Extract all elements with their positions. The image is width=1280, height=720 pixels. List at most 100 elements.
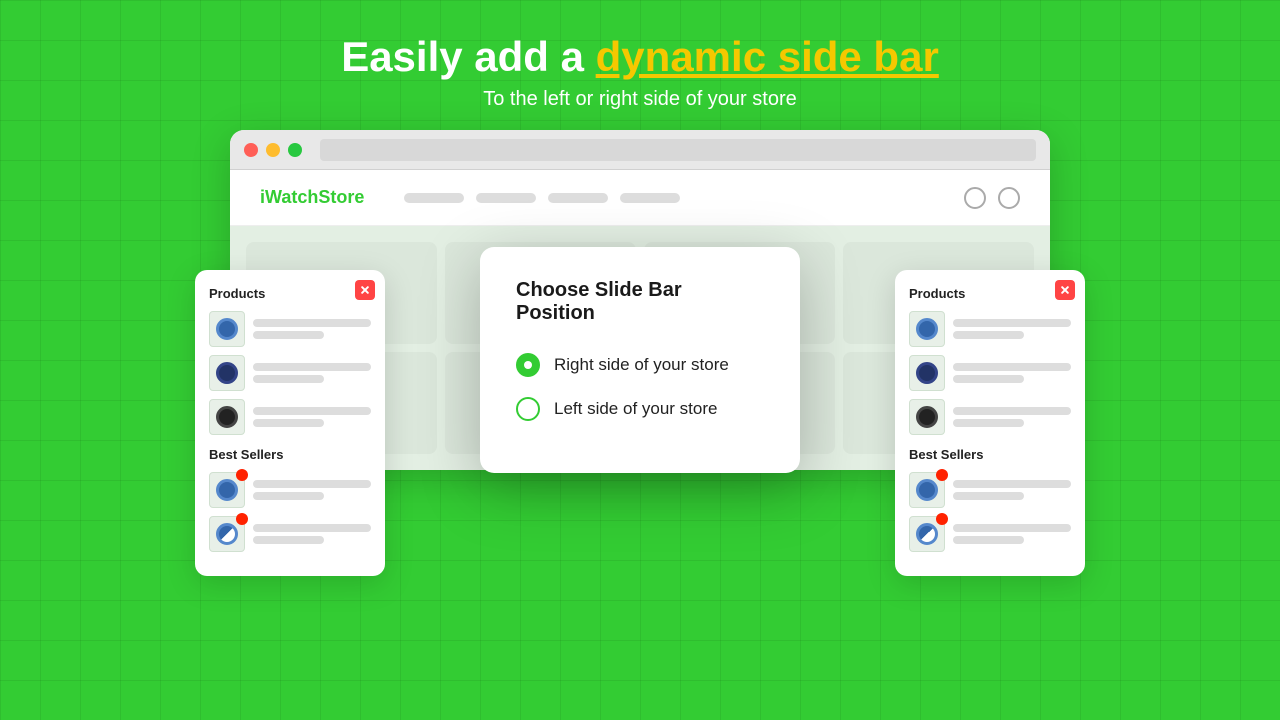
list-item <box>909 399 1071 435</box>
product-lines-5 <box>253 524 371 544</box>
radio-button-right[interactable] <box>516 353 540 377</box>
product-image-r3 <box>916 406 938 428</box>
product-line <box>953 480 1071 488</box>
nav-icons <box>964 187 1020 209</box>
modal-dialog: Choose Slide Bar Position Right side of … <box>480 247 800 473</box>
search-icon <box>964 187 986 209</box>
sidebar-section-bestsellers-left: Best Sellers <box>209 447 371 462</box>
list-item <box>909 472 1071 508</box>
page-title: Easily add a dynamic side bar <box>0 32 1280 82</box>
list-item <box>209 516 371 552</box>
product-lines-1 <box>253 319 371 339</box>
page-wrapper: Easily add a dynamic side bar To the lef… <box>0 0 1280 720</box>
product-line <box>253 407 371 415</box>
browser-addressbar <box>320 139 1036 161</box>
product-line-short <box>953 492 1024 500</box>
product-lines-r4 <box>953 480 1071 500</box>
product-thumb-3 <box>209 399 245 435</box>
list-item <box>209 472 371 508</box>
product-lines-2 <box>253 363 371 383</box>
product-line <box>953 524 1071 532</box>
product-line-short <box>953 375 1024 383</box>
logo-highlight: Store <box>318 187 364 207</box>
browser-dot-red <box>244 143 258 157</box>
product-lines-r1 <box>953 319 1071 339</box>
sidebar-panel-right: Products <box>895 270 1085 576</box>
badge-red-1 <box>236 469 248 481</box>
product-lines-3 <box>253 407 371 427</box>
browser-dot-yellow <box>266 143 280 157</box>
badge-red-r1 <box>936 469 948 481</box>
list-item <box>909 355 1071 391</box>
product-line-short <box>953 419 1024 427</box>
product-thumb-r5 <box>909 516 945 552</box>
title-highlight: dynamic side bar <box>596 33 939 80</box>
radio-option-left[interactable]: Left side of your store <box>516 397 764 421</box>
product-image-5 <box>216 523 238 545</box>
cart-icon <box>998 187 1020 209</box>
product-lines-r2 <box>953 363 1071 383</box>
store-logo: iWatchStore <box>260 187 364 208</box>
sidebar-close-left[interactable] <box>355 280 375 300</box>
product-line-short <box>253 419 324 427</box>
product-lines-r3 <box>953 407 1071 427</box>
product-thumb-4 <box>209 472 245 508</box>
sidebar-close-right[interactable] <box>1055 280 1075 300</box>
product-thumb-r4 <box>909 472 945 508</box>
list-item <box>909 516 1071 552</box>
nav-pill-3 <box>548 193 608 203</box>
product-line-short <box>953 331 1024 339</box>
product-line-short <box>253 375 324 383</box>
product-thumb-2 <box>209 355 245 391</box>
product-line <box>253 524 371 532</box>
product-line <box>953 363 1071 371</box>
sidebar-panel-left: Products <box>195 270 385 576</box>
list-item <box>909 311 1071 347</box>
product-lines-4 <box>253 480 371 500</box>
list-item <box>209 311 371 347</box>
product-image-r1 <box>916 318 938 340</box>
product-image-1 <box>216 318 238 340</box>
browser-toolbar <box>230 130 1050 170</box>
list-item <box>209 399 371 435</box>
product-line-short <box>253 492 324 500</box>
product-line <box>253 363 371 371</box>
nav-pill-1 <box>404 193 464 203</box>
product-lines-r5 <box>953 524 1071 544</box>
radio-label-right: Right side of your store <box>554 355 729 375</box>
store-navbar: iWatchStore <box>230 170 1050 226</box>
radio-button-left[interactable] <box>516 397 540 421</box>
nav-pill-4 <box>620 193 680 203</box>
product-image-2 <box>216 362 238 384</box>
product-image-3 <box>216 406 238 428</box>
sidebar-section-products-left: Products <box>209 286 371 301</box>
product-line-short <box>253 536 324 544</box>
product-thumb-1 <box>209 311 245 347</box>
product-thumb-r3 <box>909 399 945 435</box>
list-item <box>209 355 371 391</box>
radio-label-left: Left side of your store <box>554 399 717 419</box>
nav-pill-2 <box>476 193 536 203</box>
modal-title: Choose Slide Bar Position <box>516 279 764 325</box>
product-line <box>953 319 1071 327</box>
badge-red-r2 <box>936 513 948 525</box>
best-sellers-right: Best Sellers <box>909 447 1071 552</box>
title-plain: Easily add a <box>341 33 595 80</box>
product-line-short <box>953 536 1024 544</box>
sidebar-section-bestsellers-right: Best Sellers <box>909 447 1071 462</box>
product-image-r4 <box>916 479 938 501</box>
product-line <box>253 319 371 327</box>
browser-dot-green <box>288 143 302 157</box>
badge-red-2 <box>236 513 248 525</box>
nav-pills <box>404 193 944 203</box>
page-subtitle: To the left or right side of your store <box>0 88 1280 111</box>
product-line-short <box>253 331 324 339</box>
product-image-r5 <box>916 523 938 545</box>
product-line <box>253 480 371 488</box>
product-image-4 <box>216 479 238 501</box>
product-line <box>953 407 1071 415</box>
radio-option-right[interactable]: Right side of your store <box>516 353 764 377</box>
product-thumb-r2 <box>909 355 945 391</box>
product-thumb-r1 <box>909 311 945 347</box>
product-image-r2 <box>916 362 938 384</box>
